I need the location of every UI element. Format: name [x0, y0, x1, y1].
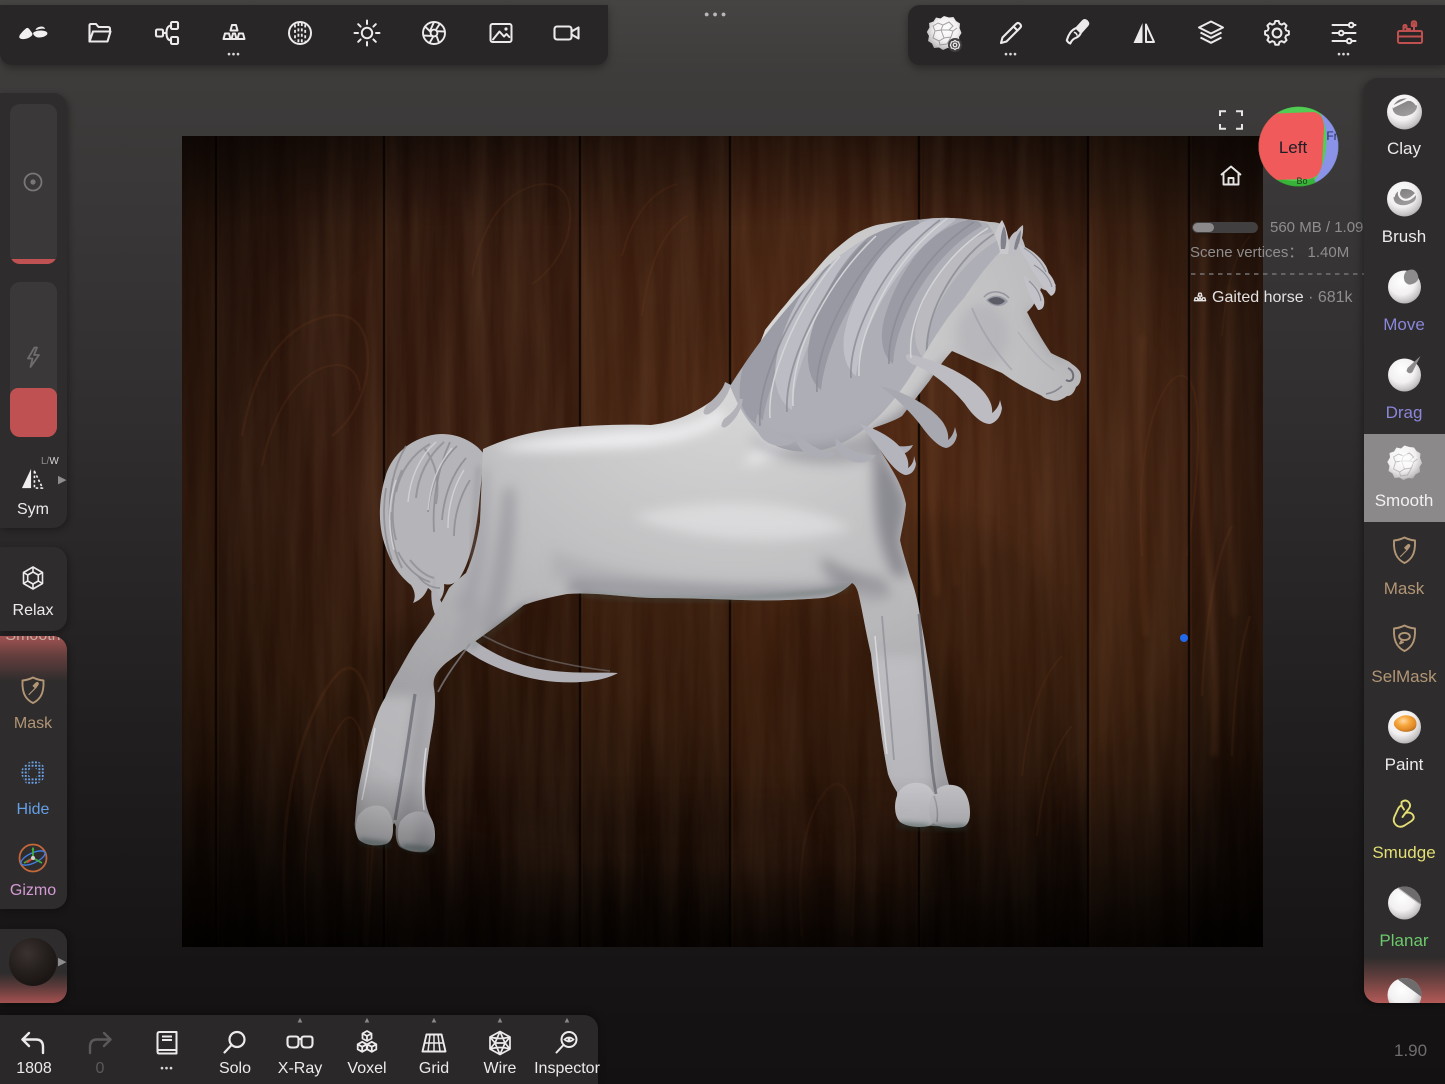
svg-text:Left: Left [1279, 138, 1308, 157]
svg-text:Fr: Fr [1326, 129, 1337, 143]
svg-text:Bo: Bo [1296, 176, 1307, 186]
